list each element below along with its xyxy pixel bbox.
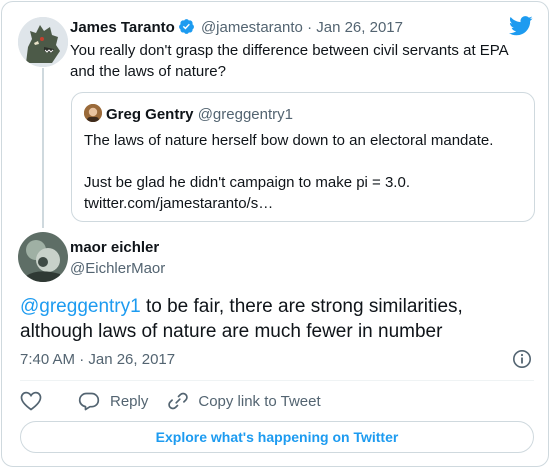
- explore-twitter-button[interactable]: Explore what's happening on Twitter: [20, 421, 534, 453]
- twitter-bird-icon[interactable]: [509, 16, 533, 36]
- parent-author-avatar[interactable]: [18, 17, 68, 67]
- quoted-tweet-link[interactable]: twitter.com/jamestaranto/s…: [84, 193, 524, 214]
- parent-author-name[interactable]: James Taranto: [70, 19, 175, 36]
- reply-label: Reply: [110, 392, 149, 410]
- parent-tweet-date[interactable]: Jan 26, 2017: [316, 19, 403, 36]
- verified-badge-icon: [178, 19, 194, 34]
- quoted-author-handle: @greggentry1: [197, 106, 293, 123]
- parent-tweet-text: You really don't grasp the difference be…: [70, 42, 508, 80]
- info-icon[interactable]: [512, 349, 532, 369]
- quoted-text-line2: Just be glad he didn't campaign to make …: [84, 174, 410, 191]
- godzilla-icon: [18, 17, 68, 67]
- quoted-text-line1: The laws of nature herself bow down to a…: [84, 132, 494, 149]
- divider: [20, 380, 534, 381]
- embedded-tweet-card: James Taranto @jamestaranto · Jan 26, 20…: [1, 1, 549, 467]
- main-author-handle[interactable]: @EichlerMaor: [70, 260, 165, 277]
- main-tweet-text: @greggentry1 to be fair, there are stron…: [20, 294, 540, 344]
- main-author-name[interactable]: maor eichler: [70, 239, 159, 256]
- like-button[interactable]: [20, 391, 42, 411]
- copy-link-label: Copy link to Tweet: [198, 392, 321, 410]
- quoted-tweet-header: Greg Gentry @greggentry1: [84, 104, 293, 123]
- quoted-author-name: Greg Gentry: [106, 106, 194, 123]
- tweet-timestamp[interactable]: 7:40 AM · Jan 26, 2017: [20, 351, 175, 368]
- heart-icon: [20, 391, 42, 411]
- link-icon: [168, 392, 189, 410]
- mention-link[interactable]: @greggentry1: [20, 296, 141, 317]
- header-separator: ·: [307, 19, 313, 36]
- main-author-avatar[interactable]: [18, 232, 68, 282]
- action-bar: Reply Copy link to Tweet: [20, 390, 341, 412]
- parent-tweet-header: James Taranto @jamestaranto · Jan 26, 20…: [70, 18, 403, 36]
- quoted-author-avatar: [84, 104, 102, 122]
- copy-link-button[interactable]: Copy link to Tweet: [168, 391, 321, 411]
- reply-icon: [78, 392, 100, 411]
- quoted-tweet-text: The laws of nature herself bow down to a…: [84, 130, 524, 214]
- thread-connector-line: [42, 68, 44, 228]
- person-photo-icon: [84, 104, 102, 122]
- parent-author-handle[interactable]: @jamestaranto: [201, 19, 303, 36]
- profile-photo-icon: [18, 232, 68, 282]
- reply-button[interactable]: Reply: [78, 391, 148, 411]
- quoted-tweet[interactable]: Greg Gentry @greggentry1 The laws of nat…: [71, 92, 535, 222]
